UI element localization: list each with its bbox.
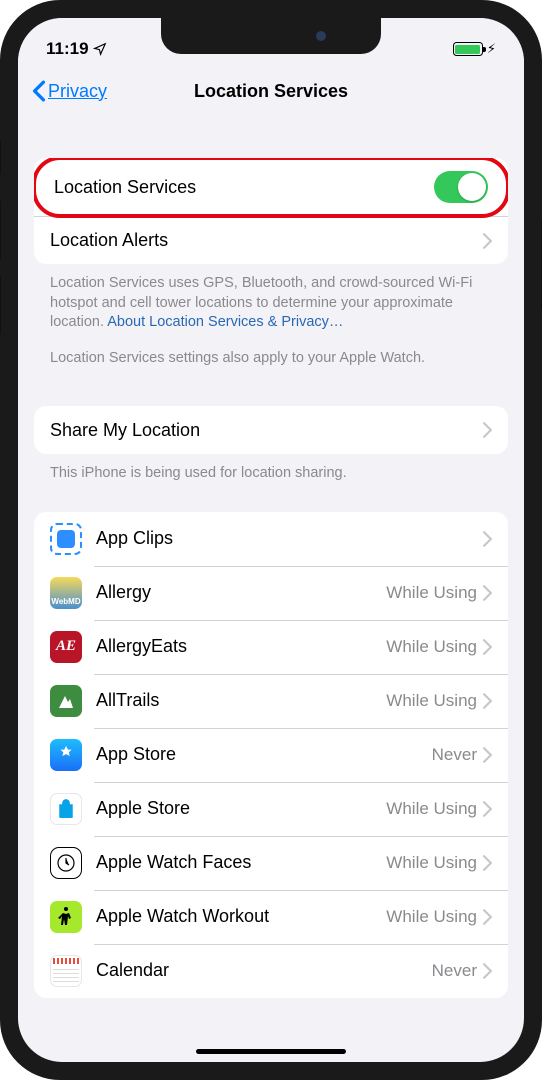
silent-switch bbox=[0, 140, 1, 175]
footer-text-2: Location Services settings also apply to… bbox=[34, 333, 508, 369]
app-row-calendar[interactable]: Calendar Never bbox=[34, 944, 508, 998]
footer-text-1: Location Services uses GPS, Bluetooth, a… bbox=[34, 264, 508, 333]
chevron-right-icon bbox=[483, 585, 492, 601]
chevron-right-icon bbox=[483, 639, 492, 655]
app-status: While Using bbox=[386, 637, 477, 657]
back-button[interactable]: Privacy bbox=[32, 80, 107, 102]
apple-store-icon bbox=[50, 793, 82, 825]
notch bbox=[161, 18, 381, 54]
page-title: Location Services bbox=[194, 81, 348, 102]
time-label: 11:19 bbox=[46, 39, 89, 59]
chevron-right-icon bbox=[483, 909, 492, 925]
status-right: ⚡︎ bbox=[453, 41, 496, 57]
app-row-allergy[interactable]: WebMD Allergy While Using bbox=[34, 566, 508, 620]
app-clips-icon bbox=[50, 523, 82, 555]
watch-workout-icon bbox=[50, 901, 82, 933]
location-services-toggle[interactable] bbox=[434, 171, 488, 203]
cell-group-share: Share My Location bbox=[34, 406, 508, 454]
app-name: Calendar bbox=[96, 960, 432, 981]
app-status: While Using bbox=[386, 853, 477, 873]
home-indicator[interactable] bbox=[196, 1049, 346, 1054]
chevron-right-icon bbox=[483, 747, 492, 763]
app-name: App Store bbox=[96, 744, 432, 765]
section-apps: App Clips WebMD Allergy While Using AE A… bbox=[34, 512, 508, 998]
app-name: Apple Watch Workout bbox=[96, 906, 386, 927]
cell-group-primary: Location Services Location Alerts bbox=[34, 158, 508, 264]
location-services-toggle-row[interactable]: Location Services bbox=[34, 158, 508, 218]
chevron-right-icon bbox=[483, 693, 492, 709]
app-row-apple-store[interactable]: Apple Store While Using bbox=[34, 782, 508, 836]
section-share: Share My Location This iPhone is being u… bbox=[34, 406, 508, 484]
app-row-watch-workout[interactable]: Apple Watch Workout While Using bbox=[34, 890, 508, 944]
location-alerts-label: Location Alerts bbox=[50, 230, 483, 251]
app-status: While Using bbox=[386, 583, 477, 603]
app-status: Never bbox=[432, 961, 477, 981]
screen: 11:19 ⚡︎ Privacy Location Services Locat… bbox=[18, 18, 524, 1062]
app-store-icon bbox=[50, 739, 82, 771]
app-name: AllergyEats bbox=[96, 636, 386, 657]
calendar-icon bbox=[50, 955, 82, 987]
allergyeats-icon: AE bbox=[50, 631, 82, 663]
about-privacy-link[interactable]: About Location Services & Privacy… bbox=[107, 314, 343, 330]
app-name: AllTrails bbox=[96, 690, 386, 711]
app-row-alltrails[interactable]: AllTrails While Using bbox=[34, 674, 508, 728]
volume-up bbox=[0, 200, 1, 260]
alltrails-icon bbox=[50, 685, 82, 717]
back-label: Privacy bbox=[48, 81, 107, 102]
battery-icon bbox=[453, 42, 483, 56]
chevron-right-icon bbox=[483, 855, 492, 871]
chevron-right-icon bbox=[483, 531, 492, 547]
charging-icon: ⚡︎ bbox=[487, 41, 496, 57]
section-primary: Location Services Location Alerts Locati… bbox=[34, 158, 508, 368]
location-services-label: Location Services bbox=[54, 177, 434, 198]
share-footer: This iPhone is being used for location s… bbox=[34, 454, 508, 484]
app-list: App Clips WebMD Allergy While Using AE A… bbox=[34, 512, 508, 998]
share-location-row[interactable]: Share My Location bbox=[34, 406, 508, 454]
app-row-watch-faces[interactable]: Apple Watch Faces While Using bbox=[34, 836, 508, 890]
chevron-left-icon bbox=[32, 80, 46, 102]
device-frame: 11:19 ⚡︎ Privacy Location Services Locat… bbox=[0, 0, 542, 1080]
chevron-right-icon bbox=[483, 233, 492, 249]
app-status: Never bbox=[432, 745, 477, 765]
app-row-app-store[interactable]: App Store Never bbox=[34, 728, 508, 782]
volume-down bbox=[0, 275, 1, 335]
chevron-right-icon bbox=[483, 801, 492, 817]
app-name: Apple Store bbox=[96, 798, 386, 819]
app-status: While Using bbox=[386, 799, 477, 819]
share-location-label: Share My Location bbox=[50, 420, 483, 441]
location-arrow-icon bbox=[93, 42, 107, 56]
app-name: Apple Watch Faces bbox=[96, 852, 386, 873]
status-time: 11:19 bbox=[46, 39, 107, 59]
allergy-icon: WebMD bbox=[50, 577, 82, 609]
app-status: While Using bbox=[386, 907, 477, 927]
app-row-allergyeats[interactable]: AE AllergyEats While Using bbox=[34, 620, 508, 674]
watch-faces-icon bbox=[50, 847, 82, 879]
content: Location Services Location Alerts Locati… bbox=[18, 114, 524, 998]
app-status: While Using bbox=[386, 691, 477, 711]
app-row-app-clips[interactable]: App Clips bbox=[34, 512, 508, 566]
location-alerts-row[interactable]: Location Alerts bbox=[34, 216, 508, 264]
chevron-right-icon bbox=[483, 422, 492, 438]
chevron-right-icon bbox=[483, 963, 492, 979]
app-name: App Clips bbox=[96, 528, 477, 549]
app-name: Allergy bbox=[96, 582, 386, 603]
nav-bar: Privacy Location Services bbox=[18, 70, 524, 114]
